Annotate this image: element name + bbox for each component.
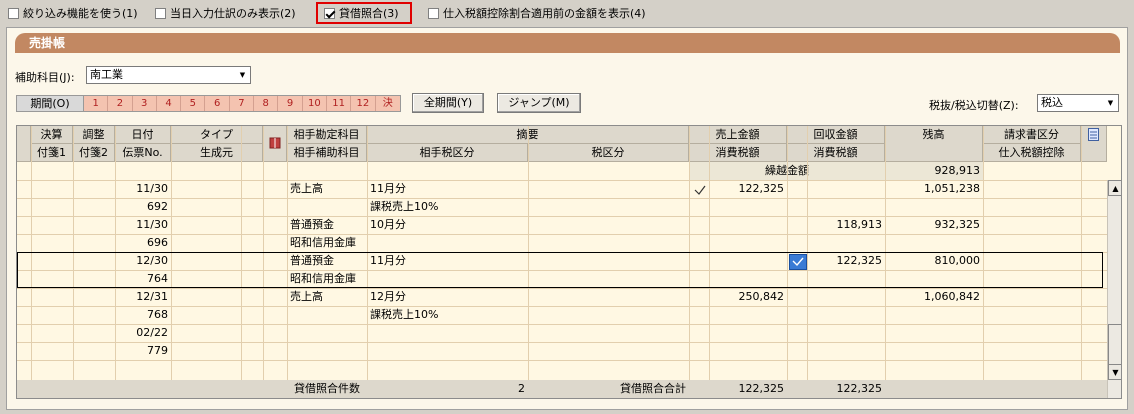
- row1-taxcat[interactable]: 課税売上10%: [367, 199, 528, 215]
- row-header-corner: [17, 126, 31, 162]
- selected-row-frame: [17, 252, 1103, 288]
- header-tag2: 付箋2: [73, 144, 115, 162]
- month-2[interactable]: 2: [108, 96, 133, 111]
- month-1[interactable]: 1: [84, 96, 109, 111]
- month-4[interactable]: 4: [156, 96, 182, 111]
- header-balance: 残高: [885, 126, 983, 162]
- jump-button[interactable]: ジャンプ(M): [497, 93, 581, 113]
- month-10[interactable]: 10: [302, 96, 327, 111]
- pre-deduction-checkbox[interactable]: 仕入税額控除割合適用前の金額を表示(4): [428, 5, 646, 21]
- row2-sub[interactable]: 昭和信用金庫: [287, 235, 367, 251]
- footer-total-label: 貸借照合合計: [620, 382, 686, 395]
- ledger-panel: 売掛帳 補助科目(J): 南工業 ▼ 期間(O) 1 2 3 4 5 6 7 8…: [6, 27, 1128, 410]
- scroll-down-icon[interactable]: ▼: [1108, 364, 1121, 380]
- month-5[interactable]: 5: [181, 96, 206, 111]
- chevron-down-icon[interactable]: ▼: [236, 68, 249, 82]
- carry-value: 928,913: [885, 162, 983, 180]
- month-3[interactable]: 3: [132, 96, 157, 111]
- book-icon: [263, 126, 287, 162]
- row2-collect[interactable]: 118,913: [807, 217, 885, 233]
- header-collect-tax: 消費税額: [787, 144, 885, 162]
- month-closing[interactable]: 決: [375, 96, 400, 111]
- tax-toggle-label: 税抜/税込切替(Z):: [929, 99, 1019, 112]
- row1-no[interactable]: 692: [115, 199, 171, 215]
- tax-toggle-select[interactable]: 税込 ▼: [1037, 94, 1119, 112]
- header-sales-tax: 消費税額: [689, 144, 787, 162]
- tax-toggle-value: 税込: [1041, 96, 1063, 109]
- header-type: タイプ: [171, 126, 263, 144]
- header-origin: 生成元: [171, 144, 263, 162]
- row5-no[interactable]: 779: [115, 343, 171, 359]
- checkbox-box[interactable]: [428, 7, 439, 19]
- header-input-deduction: 仕入税額控除: [983, 144, 1081, 162]
- chevron-down-icon[interactable]: ▼: [1104, 96, 1117, 110]
- header-counter-taxcat: 相手税区分: [367, 144, 528, 162]
- header-counter-account: 相手勘定科目: [287, 126, 367, 144]
- footer-collect-total: 122,325: [836, 382, 883, 395]
- checkbox-box[interactable]: [8, 7, 19, 19]
- ledger-grid: 決算 調整 日付 タイプ 相手勘定科目 摘要 売上金額 回収金額 残高 請求書区…: [16, 125, 1122, 399]
- footer-sales-total: 122,325: [738, 382, 785, 395]
- row2-no[interactable]: 696: [115, 235, 171, 251]
- today-entries-checkbox[interactable]: 当日入力仕訳のみ表示(2): [155, 5, 296, 21]
- all-period-button[interactable]: 全期間(Y): [412, 93, 484, 113]
- header-collection: 回収金額: [787, 126, 885, 144]
- panel-title: 売掛帳: [15, 33, 1120, 53]
- row1-account[interactable]: 売上高: [287, 181, 367, 197]
- header-sales: 売上金額: [689, 126, 787, 144]
- today-entries-label: 当日入力仕訳のみ表示(2): [170, 7, 296, 20]
- month-6[interactable]: 6: [205, 96, 230, 111]
- header-voucher-no: 伝票No.: [115, 144, 171, 162]
- filter-checkbox[interactable]: 絞り込み機能を使う(1): [8, 5, 138, 21]
- header-closing: 決算: [31, 126, 73, 144]
- row1-sales[interactable]: 122,325: [709, 181, 787, 197]
- header-tag1: 付箋1: [31, 144, 73, 162]
- row2-account[interactable]: 普通預金: [287, 217, 367, 233]
- header-date: 日付: [115, 126, 171, 144]
- aux-account-value: 南工業: [90, 68, 123, 81]
- highlight-frame: [316, 2, 412, 24]
- row2-date[interactable]: 11/30: [115, 217, 171, 233]
- grid-footer: 貸借照合件数 2 貸借照合合計 122,325 122,325: [17, 380, 1107, 398]
- row4-account[interactable]: 売上高: [287, 289, 367, 305]
- row1-memo[interactable]: 11月分: [367, 181, 528, 197]
- row4-sales[interactable]: 250,842: [709, 289, 787, 305]
- pre-deduction-label: 仕入税額控除割合適用前の金額を表示(4): [443, 7, 646, 20]
- month-11[interactable]: 11: [326, 96, 352, 111]
- month-8[interactable]: 8: [254, 96, 279, 111]
- notepad-icon[interactable]: [1081, 126, 1107, 162]
- aux-account-label: 補助科目(J):: [15, 71, 75, 84]
- row2-memo[interactable]: 10月分: [367, 217, 528, 233]
- month-12[interactable]: 12: [351, 96, 376, 111]
- row4-taxcat[interactable]: 課税売上10%: [367, 307, 528, 323]
- footer-count-value: 2: [518, 382, 525, 395]
- month-7[interactable]: 7: [229, 96, 255, 111]
- row1-balance: 1,051,238: [924, 182, 980, 195]
- header-taxcat: 税区分: [528, 144, 689, 162]
- row1-date[interactable]: 11/30: [115, 181, 171, 197]
- row4-balance: 1,060,842: [924, 290, 980, 303]
- check-icon[interactable]: [693, 183, 707, 197]
- row4-date[interactable]: 12/31: [115, 289, 171, 305]
- header-invoice-type: 請求書区分: [983, 126, 1081, 144]
- filter-checkbox-label: 絞り込み機能を使う(1): [23, 7, 138, 20]
- row5-date[interactable]: 02/22: [115, 325, 171, 341]
- month-9[interactable]: 9: [278, 96, 303, 111]
- period-selector: 期間(O) 1 2 3 4 5 6 7 8 9 10 11 12 決: [16, 95, 401, 112]
- row4-memo[interactable]: 12月分: [367, 289, 528, 305]
- footer-count-label: 貸借照合件数: [294, 382, 360, 395]
- vertical-scrollbar[interactable]: ▲ ▼: [1107, 180, 1121, 398]
- row2-balance: 932,325: [934, 218, 981, 231]
- header-adjust: 調整: [73, 126, 115, 144]
- scroll-up-icon[interactable]: ▲: [1108, 180, 1121, 196]
- toolbar: 絞り込み機能を使う(1) 当日入力仕訳のみ表示(2) 貸借照合(3) 仕入税額控…: [0, 0, 1134, 26]
- checkbox-box[interactable]: [155, 7, 166, 19]
- aux-account-select[interactable]: 南工業 ▼: [86, 66, 251, 84]
- header-counter-sub: 相手補助科目: [287, 144, 367, 162]
- period-label[interactable]: 期間(O): [17, 96, 84, 111]
- row4-no[interactable]: 768: [115, 307, 171, 323]
